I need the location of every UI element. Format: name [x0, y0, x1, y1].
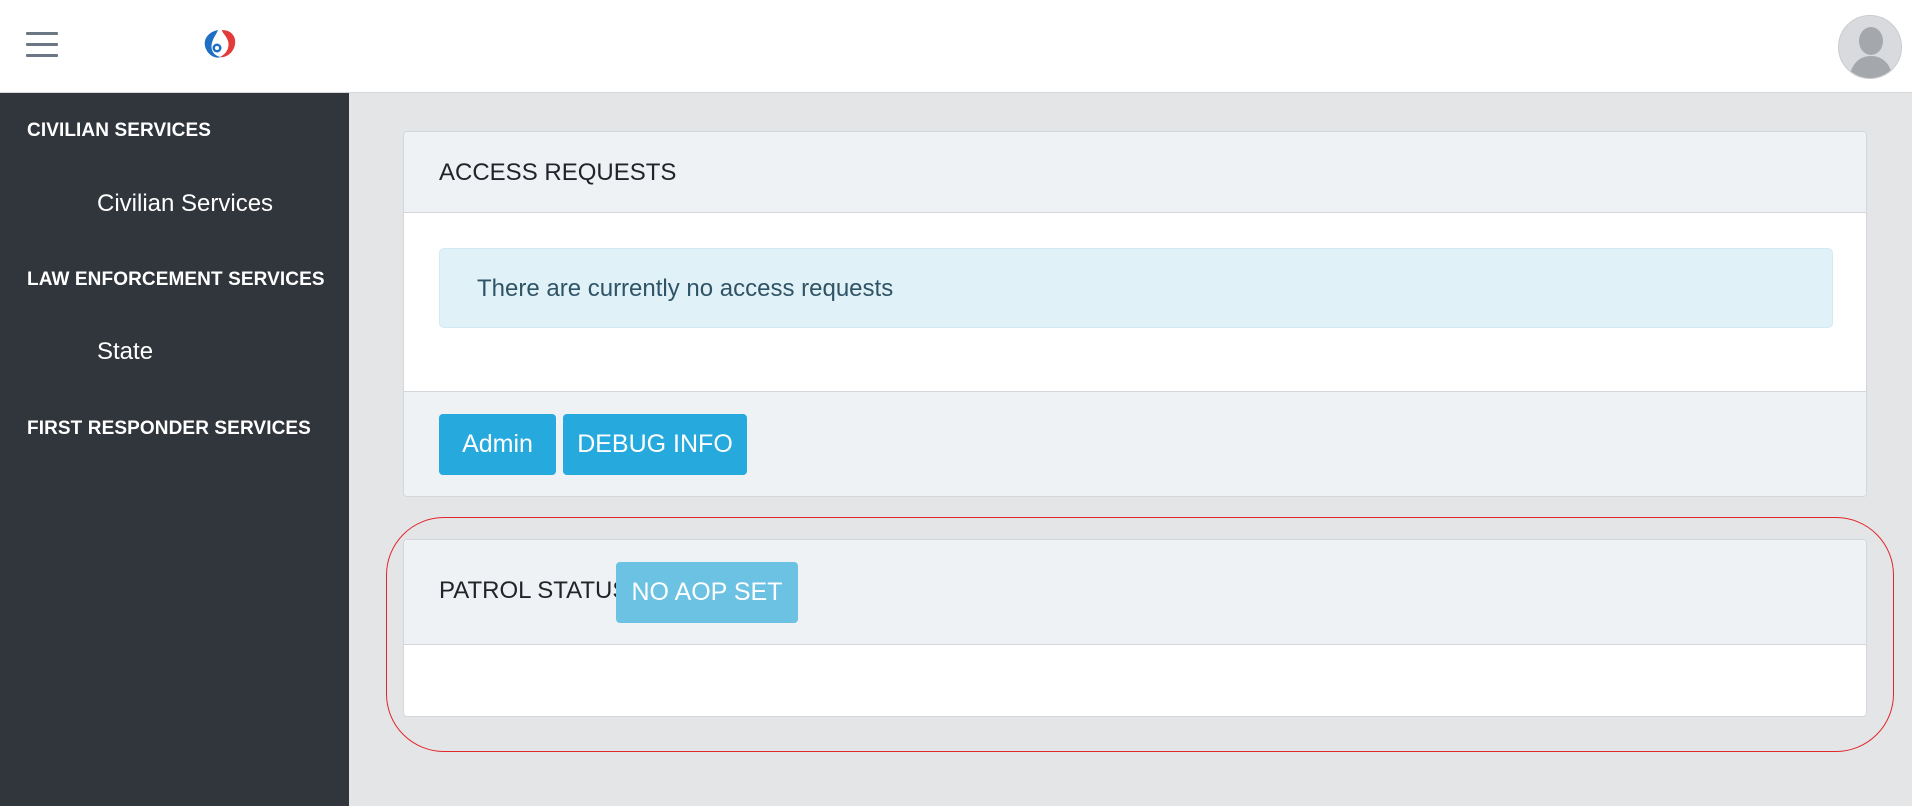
access-requests-footer: Admin DEBUG INFO: [404, 391, 1866, 496]
admin-button[interactable]: Admin: [439, 414, 556, 475]
patrol-status-header: PATROL STATUS NO AOP SET: [404, 540, 1866, 645]
patrol-status-title: PATROL STATUS: [439, 577, 629, 604]
access-requests-card: ACCESS REQUESTS There are currently no a…: [403, 131, 1867, 497]
sidebar-section-law-enforcement-services: LAW ENFORCEMENT SERVICES: [27, 269, 325, 290]
sidebar-item-civilian-services[interactable]: Civilian Services: [97, 190, 273, 218]
user-avatar-icon[interactable]: [1838, 15, 1902, 79]
patrol-status-card: PATROL STATUS NO AOP SET: [403, 539, 1867, 717]
alert-message: There are currently no access requests: [477, 275, 894, 302]
sidebar: CIVILIAN SERVICES Civilian Services LAW …: [0, 93, 349, 806]
swirl-logo-icon[interactable]: [200, 26, 240, 62]
no-aop-set-badge[interactable]: NO AOP SET: [616, 562, 798, 623]
sidebar-section-first-responder-services: FIRST RESPONDER SERVICES: [27, 418, 311, 439]
sidebar-item-state[interactable]: State: [97, 338, 153, 366]
top-navbar: [0, 0, 1912, 93]
hamburger-menu-icon[interactable]: [24, 30, 60, 60]
debug-info-button[interactable]: DEBUG INFO: [563, 414, 747, 475]
access-requests-title: ACCESS REQUESTS: [439, 159, 677, 186]
no-access-requests-alert: There are currently no access requests: [439, 248, 1833, 328]
sidebar-section-civilian-services: CIVILIAN SERVICES: [27, 120, 211, 141]
access-requests-header: ACCESS REQUESTS: [404, 132, 1866, 213]
